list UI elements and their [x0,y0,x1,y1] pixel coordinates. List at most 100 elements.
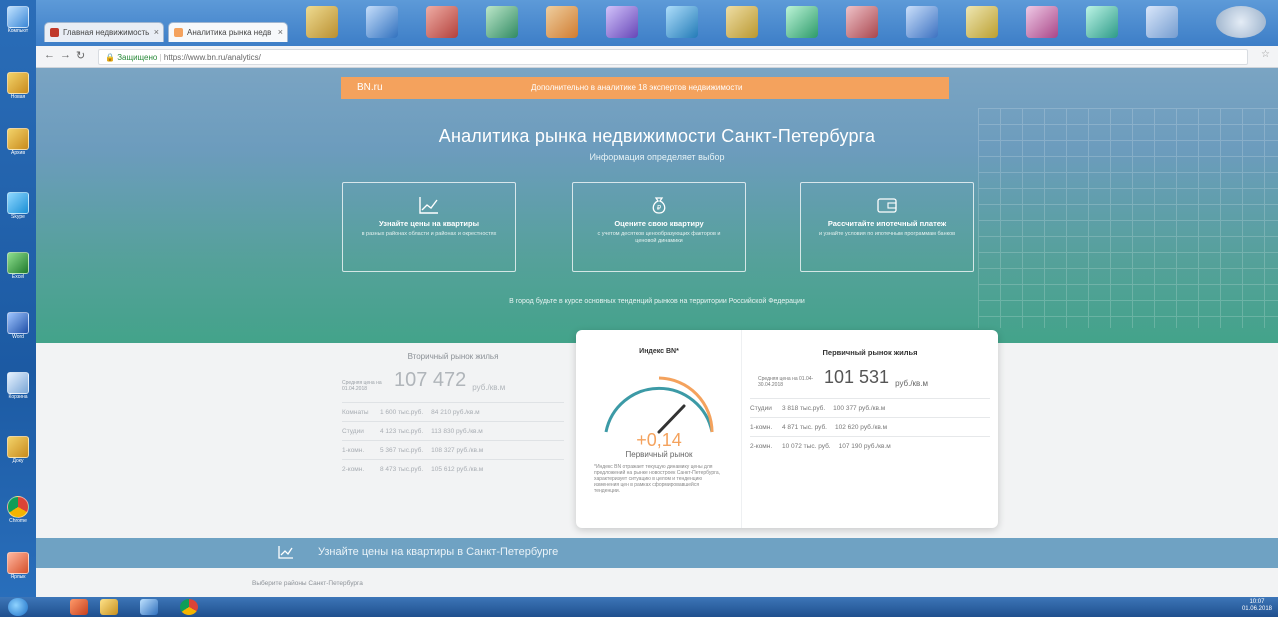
close-icon[interactable]: × [278,27,283,37]
browser-tab-strip: Главная недвижимость × Аналитика рынка н… [36,0,1278,46]
taskbar-media-icon[interactable] [70,599,88,615]
table-row: Комнаты 1 600 тыс.руб. 84 210 руб./кв.м [342,402,564,421]
average-unit: руб./кв.м [895,379,929,388]
desktop-icon-chrome[interactable]: Chrome [4,496,32,530]
average-value: 107 472 [394,369,467,391]
row-per-m: 84 210 руб./кв.м [431,408,480,416]
feature-evaluate-card[interactable]: ₽ Оцените свою квартиру с учетом десятко… [572,182,746,272]
banner-message[interactable]: Дополнительно в аналитике 18 экспертов н… [531,83,742,92]
desktop-icon-label: Excel [11,274,25,280]
row-total: 5 367 тыс.руб. [380,446,424,454]
recycle-bin-icon [7,372,29,394]
secondary-average: Средняя цена на 01.04.2018 107 472 руб./… [342,369,564,392]
bookmark-star-icon[interactable]: ☆ [1261,49,1270,60]
desktop-icon-archive[interactable]: Архив [4,128,32,162]
feature-prices-card[interactable]: Узнайте цены на квартиры в разных района… [342,182,516,272]
quicklaunch-network-icon[interactable] [366,6,398,38]
wallet-icon [877,198,897,213]
primary-average: Средняя цена на 01.04-30.04.2018 101 531… [750,367,990,388]
row-total: 1 600 тыс.руб. [380,408,424,416]
quicklaunch-media-icon[interactable] [426,6,458,38]
prices-cta-bar[interactable]: Узнайте цены на квартиры в Санкт-Петербу… [36,538,1278,568]
quicklaunch-app-icon[interactable] [906,6,938,38]
feature-description: с учетом десятков ценообразующих факторо… [597,231,721,244]
feature-mortgage-card[interactable]: Рассчитайте ипотечный платеж и узнайте у… [800,182,974,272]
secure-icon: 🔒 [105,53,115,62]
desktop-icon-label: Архив [10,150,25,156]
quicklaunch-app-icon[interactable] [606,6,638,38]
money-bag-icon: ₽ [652,197,666,214]
desktop-icon-shortcut[interactable]: Ярлык [4,552,32,586]
desktop-icon-docs[interactable]: Доку [4,436,32,470]
quicklaunch-app-icon[interactable] [666,6,698,38]
index-gauge [604,376,714,434]
row-per-m: 108 327 руб./кв.м [431,446,484,454]
row-per-m: 102 620 руб./кв.м [834,423,888,431]
quicklaunch-app-icon[interactable] [786,6,818,38]
desktop-icon-strip: Компьют Новая Архив Skype Excel Word Кор… [0,0,36,617]
gauge-widget-icon [1216,6,1266,38]
brand-logo[interactable]: BN.ru [357,82,383,93]
quicklaunch-app-icon[interactable] [726,6,758,38]
row-label: 2-комн. [342,465,365,473]
tab-analytics[interactable]: Аналитика рынка недв × [168,22,288,42]
web-page: BN.ru Дополнительно в аналитике 18 экспе… [36,68,1278,597]
average-label: Средняя цена на 01.04.2018 [342,380,382,392]
row-label: Комнаты [342,408,369,416]
feature-title: Узнайте цены на квартиры [378,219,480,228]
quicklaunch-app-icon[interactable] [966,6,998,38]
address-bar: ← → ↻ 🔒 Защищено | https://www.bn.ru/ana… [36,46,1278,68]
feature-description: в разных районах области и районах и окр… [361,231,497,237]
row-label: 1-комн. [342,446,365,454]
desktop-icon-label: Новая [10,94,26,100]
favicon-icon [174,28,183,37]
desktop-icon-folder[interactable]: Новая [4,72,32,106]
feature-title: Оцените свою квартиру [614,219,704,228]
shortcut-icon [7,552,29,574]
secondary-market-block: Вторичный рынок жилья Средняя цена на 01… [342,352,564,522]
top-banner: BN.ru Дополнительно в аналитике 18 экспе… [341,77,949,99]
clock-time: 10:07 [1249,599,1265,605]
tab-main[interactable]: Главная недвижимость × [44,22,164,42]
row-total: 10 072 тыс. руб. [782,442,831,450]
quicklaunch-app-icon[interactable] [1086,6,1118,38]
quicklaunch-paint-icon[interactable] [486,6,518,38]
quicklaunch-app-icon[interactable] [1026,6,1058,38]
forward-icon[interactable]: → [60,49,71,61]
table-row: 2-комн. 10 072 тыс. руб. 107 190 руб./кв.м [750,436,990,455]
back-icon[interactable]: ← [44,49,55,61]
folder-icon [7,128,29,150]
row-per-m: 113 830 руб./кв.м [431,427,483,435]
hero-note: В город будьте в курсе основных тенденци… [509,298,805,305]
index-title: Индекс BN* [639,348,679,355]
word-icon [7,312,29,334]
desktop-icon-skype[interactable]: Skype [4,192,32,226]
quicklaunch-app-icon[interactable] [1146,6,1178,38]
average-value: 101 531 [824,367,890,387]
secondary-market-title: Вторичный рынок жилья [407,352,499,361]
close-icon[interactable]: × [154,27,159,37]
taskbar-chrome-icon[interactable] [180,599,198,615]
taskbar-app-icon[interactable] [140,599,158,615]
quicklaunch-folder-icon[interactable] [306,6,338,38]
url-input[interactable]: 🔒 Защищено | https://www.bn.ru/analytics… [98,49,1248,65]
reload-icon[interactable]: ↻ [76,49,85,62]
desktop-icon-excel[interactable]: Excel [4,252,32,286]
quicklaunch-app-icon[interactable] [846,6,878,38]
taskbar-clock[interactable]: 10:07 01.06.2018 [1242,599,1272,613]
page-subtitle: Информация определяет выбор [589,152,725,162]
chart-icon [419,197,438,214]
desktop-icon-recycle[interactable]: Корзина [4,372,32,406]
bn-index-block: Индекс BN* +0,14 Первичный рынок *Индекс… [576,330,742,528]
windows-taskbar: 10:07 01.06.2018 [0,597,1278,617]
district-select-label[interactable]: Выберите районы Санкт-Петербурга [252,580,363,587]
start-button[interactable] [8,598,28,616]
taskbar-folder-icon[interactable] [100,599,118,615]
quicklaunch-app-icon[interactable] [546,6,578,38]
row-total: 3 818 тыс.руб. [782,404,826,412]
desktop-icon-label: Компьют [7,28,29,34]
primary-market-block: Первичный рынок жилья Средняя цена на 01… [750,330,990,528]
feature-description: и узнайте условия по ипотечным программа… [818,231,956,237]
desktop-icon-computer[interactable]: Компьют [4,6,32,40]
desktop-icon-word[interactable]: Word [4,312,32,346]
